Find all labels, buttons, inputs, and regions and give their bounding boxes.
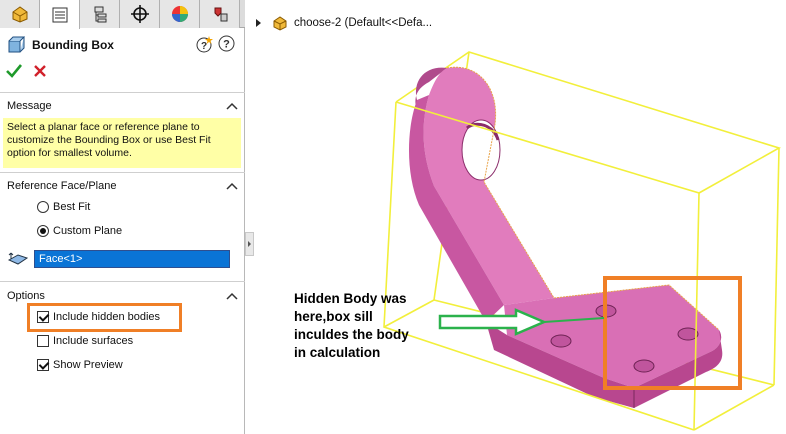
collapse-options-icon[interactable] — [226, 291, 238, 301]
annotation-line: here,box sill — [294, 309, 373, 324]
tab-cam[interactable] — [200, 0, 240, 28]
expand-arrow-icon[interactable] — [254, 18, 264, 28]
message-box: Select a planar face or reference plane … — [3, 118, 241, 168]
property-manager-icon — [52, 7, 67, 22]
include-surfaces-row[interactable]: Include surfaces — [37, 335, 133, 347]
annotation-line: in calculation — [294, 345, 381, 360]
annotation-text: Hidden Body was here,box sill inculdes t… — [294, 290, 454, 362]
feature-tree-root[interactable]: choose-2 (Default<<Defa... — [254, 14, 432, 32]
panel-header: Bounding Box ? ? — [0, 32, 245, 56]
bounding-box-icon — [8, 36, 25, 53]
annotation-line: inculdes the body — [294, 327, 409, 342]
best-fit-label: Best Fit — [53, 201, 91, 213]
tab-property-manager[interactable] — [40, 0, 80, 29]
annotation-line: Hidden Body was — [294, 291, 407, 306]
divider — [0, 281, 245, 282]
custom-plane-label: Custom Plane — [53, 225, 123, 237]
include-hidden-label: Include hidden bodies — [53, 311, 161, 323]
collapse-message-icon[interactable] — [226, 101, 238, 111]
tab-feature-manager[interactable] — [0, 0, 40, 28]
tab-dimxpert[interactable] — [120, 0, 160, 28]
property-manager-panel: Bounding Box ? ? Message Select a planar… — [0, 0, 245, 434]
help-icon[interactable]: ? — [218, 35, 235, 52]
custom-plane-radio[interactable] — [37, 225, 49, 237]
tab-display-manager[interactable] — [160, 0, 200, 28]
part-icon — [273, 16, 287, 31]
svg-text:?: ? — [223, 39, 230, 51]
ok-button[interactable] — [5, 62, 23, 80]
divider — [0, 92, 245, 93]
best-fit-radio[interactable] — [37, 201, 49, 213]
message-section-title: Message — [7, 100, 52, 112]
feature-manager-icon — [12, 6, 27, 23]
include-hidden-checkbox[interactable] — [37, 311, 49, 323]
options-section-title: Options — [7, 290, 45, 302]
show-preview-row[interactable]: Show Preview — [37, 359, 123, 371]
panel-splitter-handle[interactable] — [245, 232, 254, 256]
reference-section-title: Reference Face/Plane — [7, 180, 117, 192]
display-manager-icon — [171, 6, 188, 22]
svg-text:?: ? — [201, 41, 207, 52]
face-selection-icon — [7, 252, 29, 265]
include-hidden-row[interactable]: Include hidden bodies — [37, 311, 160, 323]
divider — [0, 172, 245, 173]
cancel-button[interactable] — [32, 62, 48, 80]
best-fit-radio-row[interactable]: Best Fit — [37, 201, 90, 213]
show-preview-label: Show Preview — [53, 359, 123, 371]
show-preview-checkbox[interactable] — [37, 359, 49, 371]
part-name: choose-2 (Default<<Defa... — [294, 17, 433, 29]
page-title: Bounding Box — [32, 38, 114, 52]
collapse-reference-icon[interactable] — [226, 181, 238, 191]
custom-plane-radio-row[interactable]: Custom Plane — [37, 225, 122, 237]
manager-tabs — [0, 0, 245, 29]
detailed-help-icon[interactable]: ? — [196, 35, 214, 53]
reference-face-field[interactable]: Face<1> — [34, 250, 230, 268]
configuration-manager-icon — [94, 6, 106, 23]
dimxpert-icon — [130, 5, 149, 23]
tab-configuration-manager[interactable] — [80, 0, 120, 28]
part-body — [408, 66, 723, 408]
model-scene — [383, 51, 782, 431]
cam-icon — [214, 7, 227, 22]
graphics-viewport[interactable]: choose-2 (Default<<Defa... Hidden Body w… — [254, 0, 786, 434]
include-surfaces-label: Include surfaces — [53, 335, 134, 347]
include-surfaces-checkbox[interactable] — [37, 335, 49, 347]
